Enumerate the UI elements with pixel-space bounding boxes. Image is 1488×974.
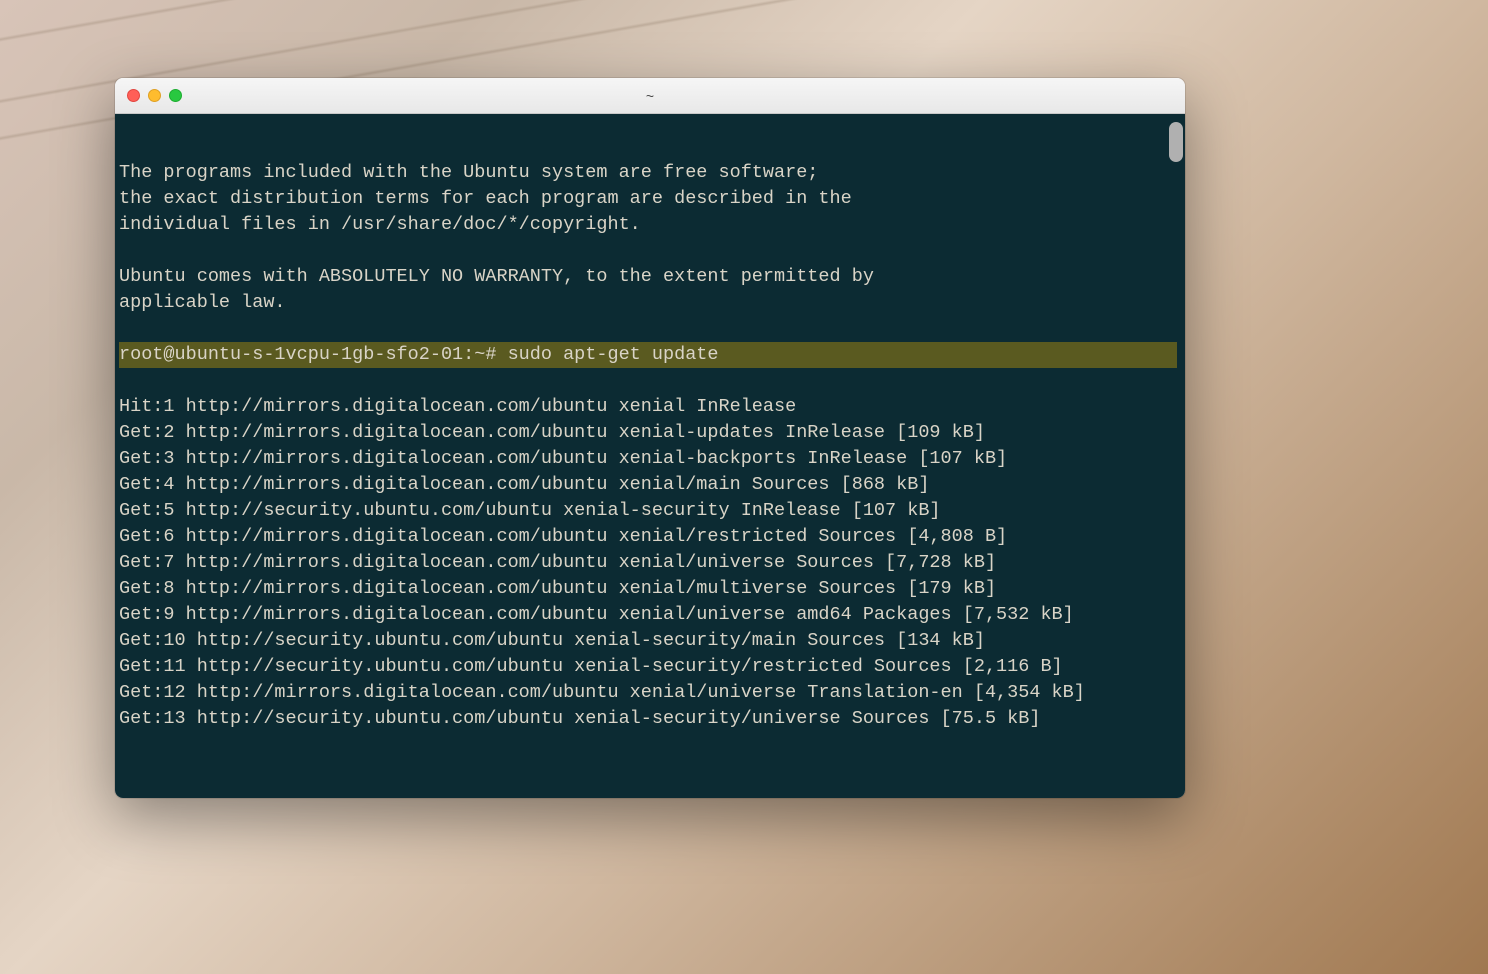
terminal-output-line: Ubuntu comes with ABSOLUTELY NO WARRANTY…: [119, 266, 874, 287]
minimize-button[interactable]: [148, 89, 161, 102]
terminal-output-line: Get:2 http://mirrors.digitalocean.com/ub…: [119, 422, 985, 443]
window-title: ~: [646, 88, 654, 104]
terminal-output-line: Get:9 http://mirrors.digitalocean.com/ub…: [119, 604, 1074, 625]
terminal-output-line: applicable law.: [119, 292, 286, 313]
terminal-output-line: the exact distribution terms for each pr…: [119, 188, 852, 209]
terminal-output-line: Get:6 http://mirrors.digitalocean.com/ub…: [119, 526, 1007, 547]
terminal-output-line: Get:10 http://security.ubuntu.com/ubuntu…: [119, 630, 985, 651]
close-button[interactable]: [127, 89, 140, 102]
terminal-output-line: The programs included with the Ubuntu sy…: [119, 162, 818, 183]
terminal-output-line: Get:8 http://mirrors.digitalocean.com/ub…: [119, 578, 996, 599]
terminal-content[interactable]: The programs included with the Ubuntu sy…: [115, 134, 1185, 732]
terminal-output-line: Get:7 http://mirrors.digitalocean.com/ub…: [119, 552, 996, 573]
terminal-output-line: Get:13 http://security.ubuntu.com/ubuntu…: [119, 708, 1040, 729]
terminal-output-line: Get:11 http://security.ubuntu.com/ubuntu…: [119, 656, 1063, 677]
terminal-output-line: Get:4 http://mirrors.digitalocean.com/ub…: [119, 474, 929, 495]
terminal-output-line: Get:3 http://mirrors.digitalocean.com/ub…: [119, 448, 1007, 469]
terminal-prompt-line: root@ubuntu-s-1vcpu-1gb-sfo2-01:~# sudo …: [119, 342, 1177, 368]
terminal-output-line: individual files in /usr/share/doc/*/cop…: [119, 214, 641, 235]
terminal-body[interactable]: The programs included with the Ubuntu sy…: [115, 114, 1185, 798]
scrollbar-thumb[interactable]: [1169, 122, 1183, 162]
window-title-bar[interactable]: ~: [115, 78, 1185, 114]
terminal-output-line: Get:12 http://mirrors.digitalocean.com/u…: [119, 682, 1085, 703]
traffic-lights: [127, 89, 182, 102]
terminal-window: ~ The programs included with the Ubuntu …: [115, 78, 1185, 798]
terminal-output-line: Hit:1 http://mirrors.digitalocean.com/ub…: [119, 396, 796, 417]
terminal-output-line: Get:5 http://security.ubuntu.com/ubuntu …: [119, 500, 941, 521]
zoom-button[interactable]: [169, 89, 182, 102]
